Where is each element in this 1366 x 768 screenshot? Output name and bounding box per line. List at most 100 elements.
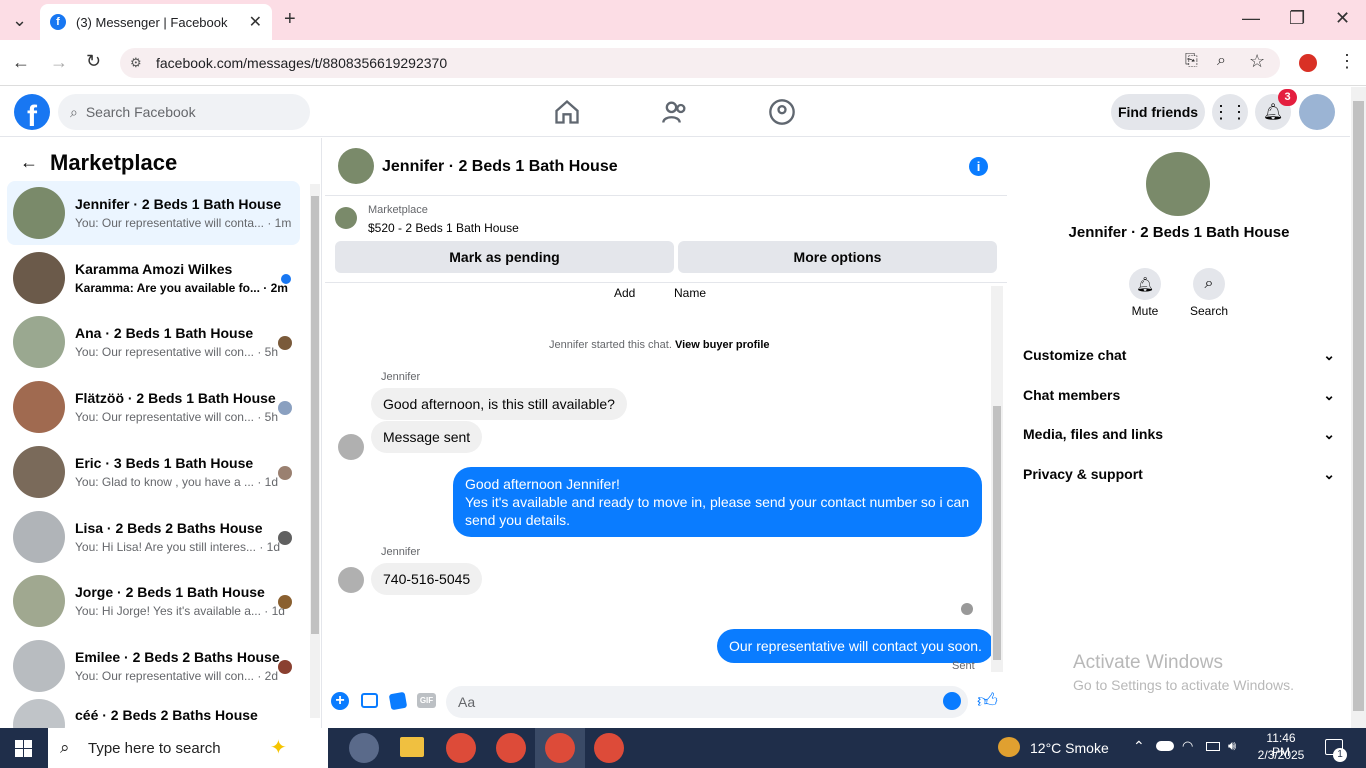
- page-scrollbar[interactable]: [1351, 87, 1366, 728]
- friends-icon[interactable]: [661, 98, 689, 126]
- search-icon: ⌕: [60, 738, 70, 757]
- emoji-icon[interactable]: [943, 692, 961, 710]
- conversation-item[interactable]: Eric · 3 Beds 1 Bath House You: Glad to k…: [7, 440, 300, 504]
- facebook-logo[interactable]: f: [14, 94, 50, 130]
- search-icon: ⌕: [70, 103, 78, 120]
- thumbs-up-icon[interactable]: 👍︎: [977, 689, 998, 713]
- chrome-icon[interactable]: [446, 733, 476, 763]
- address-bar[interactable]: facebook.com/messages/t/8808356619292370: [120, 48, 1280, 78]
- photo-icon[interactable]: [361, 693, 378, 708]
- menu-grid-icon[interactable]: ⋮⋮: [1212, 94, 1248, 130]
- forward-arrow-icon[interactable]: →: [50, 52, 68, 73]
- privacy-support-section[interactable]: Privacy & support ⌄: [1023, 466, 1335, 483]
- conversation-item[interactable]: Ana · 2 Beds 1 Bath House You: Our repres…: [7, 310, 300, 374]
- search-icon[interactable]: ⌕: [1193, 268, 1225, 300]
- chat-scrollbar[interactable]: [991, 286, 1003, 672]
- close-window-icon[interactable]: ✕: [1335, 8, 1350, 29]
- windows-start-icon[interactable]: [15, 740, 32, 757]
- conversation-item[interactable]: Lisa · 2 Beds 2 Baths House You: Hi Lisa!…: [7, 505, 300, 569]
- account-avatar[interactable]: [1299, 94, 1335, 130]
- onedrive-cloud-icon[interactable]: [1156, 741, 1174, 751]
- conversation-item[interactable]: Karamma Amozi Wilkes Karamma: Are you ava…: [7, 246, 300, 310]
- bookmark-star-icon[interactable]: ☆: [1249, 51, 1265, 72]
- battery-icon[interactable]: [1206, 742, 1220, 751]
- contact-avatar[interactable]: [1146, 152, 1210, 216]
- gif-icon[interactable]: GIF: [417, 693, 436, 708]
- show-hidden-icons-chevron-icon[interactable]: ⌃: [1133, 738, 1145, 755]
- zoom-icon[interactable]: ⌕: [1217, 52, 1226, 70]
- message-line: Good afternoon Jennifer!: [465, 476, 620, 492]
- conversation-item[interactable]: Flätzöö · 2 Beds 1 Bath House You: Our re…: [7, 375, 300, 439]
- chat-header-title[interactable]: Jennifer · 2 Beds 1 Bath House: [382, 158, 618, 176]
- conversation-list-scrollbar[interactable]: [310, 184, 320, 718]
- weather-text[interactable]: 12°C Smoke: [1030, 740, 1109, 756]
- chevron-down-icon: ⌄: [1323, 387, 1335, 403]
- find-friends-button[interactable]: Find friends: [1111, 94, 1205, 130]
- clock-date[interactable]: 2/3/2025: [1256, 748, 1306, 762]
- home-icon[interactable]: [553, 98, 581, 126]
- conversation-avatar: [13, 187, 65, 239]
- sender-avatar[interactable]: [338, 434, 364, 460]
- more-options-button[interactable]: More options: [678, 241, 997, 273]
- incoming-message[interactable]: Message sent: [371, 421, 483, 453]
- browser-tab[interactable]: f (3) Messenger | Facebook ✕: [40, 4, 272, 40]
- add-label[interactable]: Add: [614, 286, 635, 300]
- outgoing-message[interactable]: Our representative will contact you soon…: [717, 629, 994, 663]
- tab-list-chevron-icon[interactable]: ⌄: [12, 10, 27, 31]
- mark-as-pending-button[interactable]: Mark as pending: [335, 241, 674, 273]
- chrome-icon[interactable]: [496, 733, 526, 763]
- chat-header-avatar[interactable]: [338, 148, 374, 184]
- conversation-snippet: You: Our representative will conta... · …: [75, 216, 292, 230]
- weather-icon[interactable]: [998, 737, 1020, 757]
- profile-icon[interactable]: [1299, 54, 1317, 72]
- name-label[interactable]: Name: [674, 286, 706, 300]
- seen-avatar: [278, 466, 292, 480]
- incoming-message[interactable]: 740-516-5045: [371, 563, 483, 595]
- back-arrow-icon[interactable]: ←: [20, 152, 38, 173]
- volume-icon[interactable]: 🔊︎: [1228, 738, 1236, 754]
- browser-menu-icon[interactable]: ⋮: [1338, 51, 1356, 72]
- facebook-favicon-icon: f: [50, 14, 66, 30]
- back-arrow-icon[interactable]: ←: [12, 52, 30, 73]
- facebook-search-placeholder: Search Facebook: [85, 104, 196, 120]
- facebook-search-input[interactable]: ⌕ Search Facebook: [58, 94, 310, 130]
- outgoing-message[interactable]: Good afternoon Jennifer! Yes it's availa…: [453, 467, 982, 537]
- install-app-icon[interactable]: ⎘: [1185, 52, 1198, 70]
- site-info-icon[interactable]: ⚙: [130, 55, 142, 71]
- new-tab-plus-icon[interactable]: +: [284, 8, 296, 31]
- restore-window-icon[interactable]: ❐: [1289, 8, 1305, 29]
- conversation-item[interactable]: céé · 2 Beds 2 Baths House: [7, 699, 300, 729]
- add-plus-icon[interactable]: +: [331, 692, 349, 710]
- conversation-name: Flätzöö · 2 Beds 1 Bath House: [75, 390, 276, 406]
- incoming-message[interactable]: Good afternoon, is this still available?: [371, 388, 627, 420]
- taskbar-search-placeholder: Type here to search: [88, 739, 221, 757]
- file-explorer-icon[interactable]: [400, 737, 424, 757]
- sender-avatar[interactable]: [338, 567, 364, 593]
- info-icon[interactable]: i: [969, 157, 988, 176]
- taskbar-app-icon[interactable]: [349, 733, 379, 763]
- customize-chat-section[interactable]: Customize chat ⌄: [1023, 347, 1335, 364]
- wifi-icon[interactable]: ◠: [1182, 738, 1193, 754]
- conversation-snippet: You: Hi Lisa! Are you still interes... ·…: [75, 540, 280, 554]
- seen-avatar: [278, 531, 292, 545]
- mute-bell-icon[interactable]: 🔔︎: [1129, 268, 1161, 300]
- chat-members-section[interactable]: Chat members ⌄: [1023, 387, 1335, 404]
- chrome-icon[interactable]: [545, 733, 575, 763]
- conversation-item[interactable]: Jorge · 2 Beds 1 Bath House You: Hi Jorge…: [7, 569, 300, 633]
- conversation-item[interactable]: Jennifer · 2 Beds 1 Bath House You: Our r…: [7, 181, 300, 245]
- listing-title[interactable]: $520 - 2 Beds 1 Bath House: [368, 221, 519, 235]
- close-tab-icon[interactable]: ✕: [249, 12, 262, 32]
- reload-icon[interactable]: ↻: [86, 51, 101, 72]
- chrome-icon[interactable]: [594, 733, 624, 763]
- conversation-name: Lisa · 2 Beds 2 Baths House: [75, 520, 263, 536]
- section-label: Media, files and links: [1023, 426, 1164, 442]
- minimize-window-icon[interactable]: —: [1242, 8, 1260, 29]
- conversation-item[interactable]: Emilee · 2 Beds 2 Baths House You: Our re…: [7, 634, 300, 698]
- media-files-links-section[interactable]: Media, files and links ⌄: [1023, 426, 1335, 443]
- sticker-icon[interactable]: [388, 691, 408, 711]
- view-buyer-profile-link[interactable]: View buyer profile: [675, 339, 770, 351]
- groups-icon[interactable]: [768, 98, 796, 126]
- listing-thumbnail[interactable]: [335, 207, 357, 229]
- sender-name: Jennifer: [381, 371, 421, 383]
- message-input[interactable]: Aa: [446, 686, 968, 718]
